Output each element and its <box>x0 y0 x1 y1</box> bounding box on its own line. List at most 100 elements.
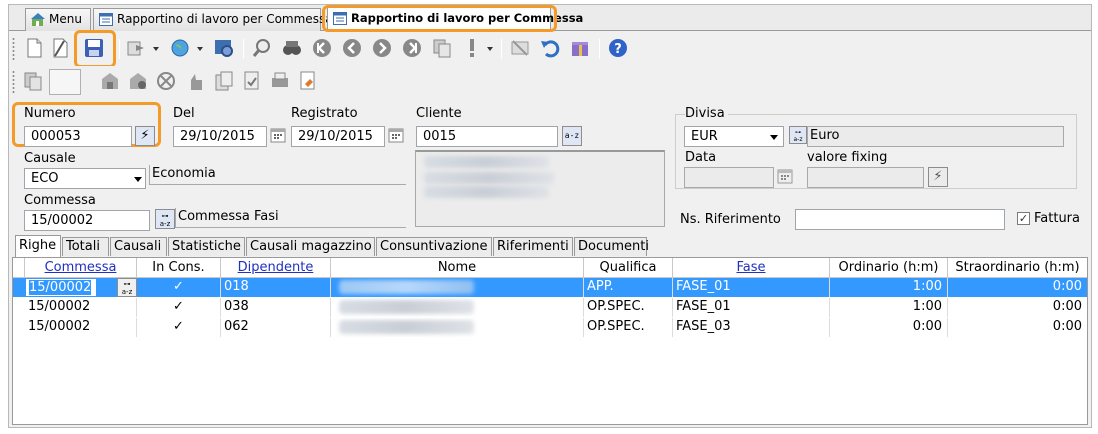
ordinario-cell[interactable]: 1:00 <box>830 298 948 317</box>
row-lookup-icon[interactable]: ⊶a-z <box>117 278 137 297</box>
dipendente-cell[interactable]: 062 <box>221 318 331 337</box>
straordinario-cell[interactable]: 0:00 <box>948 298 1087 317</box>
last-record-icon[interactable] <box>401 37 423 59</box>
nome-cell[interactable] <box>331 318 584 337</box>
column-header-ordinario[interactable]: Ordinario (h:m) <box>830 258 948 278</box>
in-cons-cell[interactable]: ✓ <box>137 298 221 317</box>
tab-consuntivazione[interactable]: Consuntivazione <box>376 237 492 256</box>
nome-cell[interactable] <box>331 278 584 297</box>
table-row[interactable]: 15/00002 ⊶ a-z ✓ 018 APP. FASE_01 1:00 0:… <box>13 278 1087 297</box>
qualifica-cell[interactable]: APP. <box>584 278 673 297</box>
hand-icon[interactable] <box>185 70 207 92</box>
tab-documenti[interactable]: Documenti <box>574 237 649 256</box>
column-header-commessa[interactable]: Commessa <box>25 258 137 278</box>
document-check-icon[interactable] <box>241 70 263 92</box>
ordinario-cell[interactable]: 1:00 <box>830 278 948 297</box>
delete-icon[interactable] <box>509 37 531 59</box>
divisa-select[interactable]: EUR <box>684 126 784 147</box>
fixing-field[interactable] <box>807 167 924 188</box>
undo-icon[interactable] <box>539 37 561 59</box>
calendar-icon[interactable] <box>388 127 404 143</box>
column-header-nome[interactable]: Nome <box>331 258 584 278</box>
commessa-cell-editor[interactable]: 15/00002 <box>25 278 97 297</box>
documents-icon[interactable] <box>213 70 235 92</box>
ns-riferimento-field[interactable] <box>795 209 1005 230</box>
column-header-dipendente[interactable]: Dipendente <box>221 258 331 278</box>
fattura-checkbox[interactable]: ✓ <box>1017 212 1030 225</box>
previous-record-icon[interactable] <box>341 37 363 59</box>
column-header-in-cons[interactable]: In Cons. <box>137 258 221 278</box>
globe-dropdown-arrow[interactable] <box>197 47 203 51</box>
commessa-lookup-icon[interactable]: ⊶a-z <box>155 209 175 229</box>
gift-icon[interactable] <box>569 37 591 59</box>
toolbar-grip[interactable] <box>12 37 15 61</box>
lightning-button[interactable]: ⚡ <box>135 126 155 146</box>
next-record-icon[interactable] <box>371 37 393 59</box>
toolbar-grip[interactable] <box>12 70 15 94</box>
alert-icon[interactable] <box>461 37 483 59</box>
settings-icon[interactable] <box>213 37 235 59</box>
nome-cell[interactable] <box>331 298 584 317</box>
in-cons-cell[interactable]: ✓ <box>137 318 221 337</box>
commessa-cell[interactable]: 15/00002 <box>25 318 137 337</box>
dipendente-cell[interactable]: 018 <box>221 278 331 297</box>
new-document-icon[interactable] <box>23 37 45 59</box>
qualifica-cell[interactable]: OP.SPEC. <box>584 318 673 337</box>
fase-cell[interactable]: FASE_01 <box>673 278 830 297</box>
copy-icon[interactable] <box>431 37 453 59</box>
alert-dropdown-arrow[interactable] <box>487 47 493 51</box>
edit-document-icon[interactable] <box>49 37 71 59</box>
in-cons-cell[interactable]: ✓ <box>137 278 221 297</box>
column-header-qualifica[interactable]: Qualifica <box>584 258 673 278</box>
calendar-icon[interactable] <box>270 127 286 143</box>
table-row[interactable]: 15/00002 ✓ 062 OP.SPEC. FASE_03 0:00 0:0… <box>13 318 1087 337</box>
blank-button[interactable] <box>49 69 81 95</box>
lookup-icon[interactable]: ⊶a-z <box>789 126 807 144</box>
cliente-lookup-button[interactable]: a-z <box>562 126 582 146</box>
table-row[interactable]: 15/00002 ✓ 038 OP.SPEC. FASE_01 1:00 0:0… <box>13 298 1087 317</box>
binoculars-icon[interactable] <box>281 37 303 59</box>
divisa-description: Euro <box>807 126 1064 147</box>
ordinario-cell[interactable]: 0:00 <box>830 318 948 337</box>
numero-field[interactable]: 000053 <box>24 126 132 147</box>
tab-totali[interactable]: Totali <box>62 237 109 256</box>
causale-select[interactable]: ECO <box>24 168 146 189</box>
svg-text:a-z: a-z <box>122 288 133 296</box>
fase-cell[interactable]: FASE_03 <box>673 318 830 337</box>
registrato-date-field[interactable]: 29/10/2015 <box>291 126 385 147</box>
fase-cell[interactable]: FASE_01 <box>673 298 830 317</box>
export-dropdown-arrow[interactable] <box>153 47 159 51</box>
tab-rapportino-1[interactable]: Rapportino di lavoro per Commessa <box>93 8 333 31</box>
straordinario-cell[interactable]: 0:00 <box>948 278 1087 297</box>
print-icon[interactable] <box>269 70 291 92</box>
report-icon[interactable] <box>297 70 319 92</box>
first-record-icon[interactable] <box>311 37 333 59</box>
del-date-field[interactable]: 29/10/2015 <box>173 126 267 147</box>
commessa-field[interactable]: 15/00002 <box>24 210 150 231</box>
commessa-cell[interactable]: 15/00002 <box>25 298 137 317</box>
tab-statistiche[interactable]: Statistiche <box>168 237 245 256</box>
globe-icon[interactable] <box>169 37 191 59</box>
data-field[interactable] <box>684 167 774 188</box>
tab-menu[interactable]: Menu <box>25 8 91 31</box>
cart-icon[interactable] <box>99 70 121 92</box>
search-icon[interactable] <box>251 37 273 59</box>
dipendente-cell[interactable]: 038 <box>221 298 331 317</box>
causale-description: Economia <box>149 165 406 185</box>
copy-record-icon[interactable] <box>23 70 45 92</box>
tab-righe[interactable]: Righe <box>15 235 61 257</box>
qualifica-cell[interactable]: OP.SPEC. <box>584 298 673 317</box>
cart-settings-icon[interactable] <box>127 70 149 92</box>
help-icon[interactable]: ? <box>607 37 629 59</box>
tab-riferimenti[interactable]: Riferimenti <box>493 237 573 256</box>
tab-causali-magazzino[interactable]: Causali magazzino <box>246 237 375 256</box>
calendar-icon[interactable] <box>777 168 793 184</box>
export-icon[interactable] <box>125 37 147 59</box>
fixing-lightning-button[interactable]: ⚡ <box>928 167 948 187</box>
column-header-straordinario[interactable]: Straordinario (h:m) <box>948 258 1087 278</box>
column-header-fase[interactable]: Fase <box>673 258 830 278</box>
tools-icon[interactable] <box>155 70 177 92</box>
straordinario-cell[interactable]: 0:00 <box>948 318 1087 337</box>
tab-causali[interactable]: Causali <box>110 237 167 256</box>
cliente-field[interactable]: 0015 <box>416 126 558 147</box>
